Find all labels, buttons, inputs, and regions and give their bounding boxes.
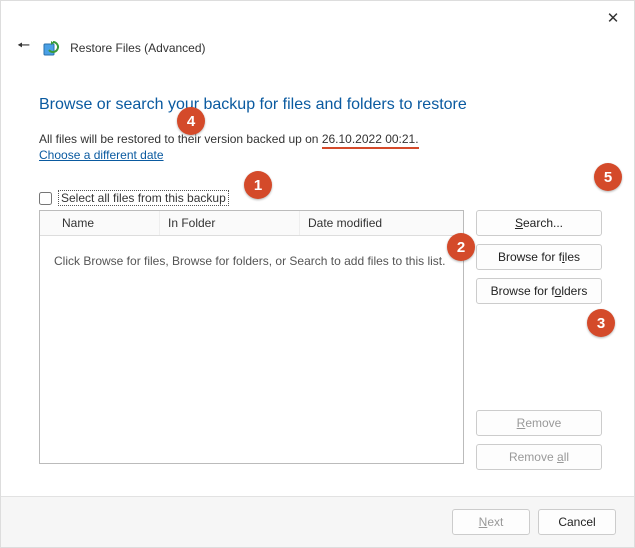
search-button[interactable]: Search... [476,210,602,236]
remove-button: Remove [476,410,602,436]
window-title: Restore Files (Advanced) [70,41,205,55]
cancel-button[interactable]: Cancel [538,509,616,535]
choose-date-link[interactable]: Choose a different date [39,148,164,162]
close-icon[interactable]: ✕ [604,9,622,27]
page-title: Browse or search your backup for files a… [39,96,602,114]
side-buttons: Search... Browse for files Browse for fo… [476,210,602,470]
file-list[interactable]: Name In Folder Date modified Click Brows… [39,210,464,464]
browse-files-button[interactable]: Browse for files [476,244,602,270]
restore-prefix: All files will be restored to their vers… [39,132,322,146]
column-name[interactable]: Name [40,211,160,235]
list-empty-text: Click Browse for files, Browse for folde… [40,236,463,463]
select-all-checkbox[interactable] [39,192,52,205]
column-folder[interactable]: In Folder [160,211,300,235]
restore-info: All files will be restored to their vers… [39,132,602,146]
browse-folders-button[interactable]: Browse for folders [476,278,602,304]
restore-timestamp: 26.10.2022 00:21. [322,132,419,149]
header: 🠔 Restore Files (Advanced) [1,27,634,62]
next-button: Next [452,509,530,535]
remove-all-button: Remove all [476,444,602,470]
select-all-label: Select all files from this backup [58,190,229,206]
column-date[interactable]: Date modified [300,211,463,235]
restore-icon [42,39,60,57]
footer: Next Cancel [1,496,634,547]
list-header: Name In Folder Date modified [40,211,463,236]
back-arrow-icon[interactable]: 🠔 [15,33,32,62]
